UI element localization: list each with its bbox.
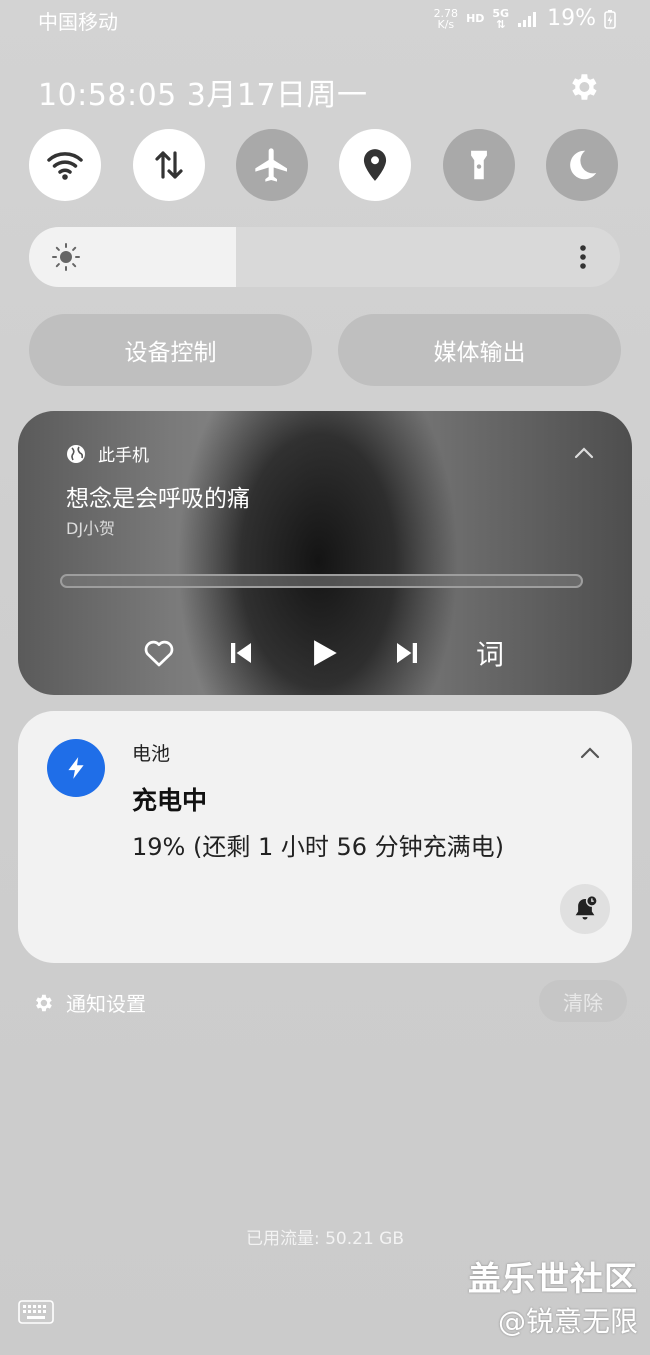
- skip-next-icon: [397, 643, 417, 663]
- signal-icon: [518, 11, 537, 27]
- playback-progress-bar[interactable]: [60, 574, 583, 588]
- wifi-icon: [47, 152, 83, 180]
- network-type-label: 5G: [492, 6, 510, 20]
- data-usage-label: 已用流量: 50.21 GB: [245, 1229, 405, 1249]
- flashlight-toggle[interactable]: [443, 129, 515, 201]
- hd-badge: HD: [466, 12, 485, 25]
- chevron-up-icon[interactable]: [578, 741, 602, 765]
- settings-gear-icon[interactable]: [566, 70, 600, 104]
- more-options-icon[interactable]: [568, 242, 598, 272]
- chevron-up-icon[interactable]: [572, 441, 596, 465]
- network-type: 5G ⇅: [492, 8, 509, 30]
- notification-settings-label: 通知设置: [66, 992, 146, 1016]
- data-arrows-icon: ⇅: [496, 17, 506, 31]
- battery-app-icon: [47, 739, 105, 797]
- keyboard-icon[interactable]: [18, 1300, 54, 1324]
- flashlight-icon: [471, 150, 487, 180]
- skip-previous-icon: [231, 643, 251, 663]
- data-transfer-icon: [155, 151, 183, 179]
- airplane-icon: [255, 148, 287, 182]
- next-track-button[interactable]: [387, 633, 427, 673]
- carrier-name: 中国移动: [38, 10, 118, 34]
- heart-icon: [144, 640, 174, 667]
- media-player-card[interactable]: 此手机 想念是会呼吸的痛 DJ小贺 词: [18, 411, 632, 695]
- network-speed: 2.78 K/s: [434, 8, 459, 30]
- snooze-button[interactable]: [560, 884, 610, 934]
- play-button[interactable]: [304, 633, 344, 673]
- gear-icon: [36, 994, 52, 1011]
- previous-track-button[interactable]: [221, 633, 261, 673]
- battery-notification[interactable]: 电池 充电中 19% (还剩 1 小时 56 分钟充满电): [18, 711, 632, 963]
- status-indicators: 2.78 K/s HD 5G ⇅ 19%: [434, 6, 616, 31]
- song-artist: DJ小贺: [66, 519, 116, 538]
- notification-title: 充电中: [132, 786, 208, 815]
- dark-mode-toggle[interactable]: [546, 129, 618, 201]
- lyrics-button[interactable]: 词: [470, 633, 510, 673]
- location-toggle[interactable]: [339, 129, 411, 201]
- media-source[interactable]: 此手机: [66, 441, 149, 466]
- notification-app-name: 电池: [132, 743, 171, 765]
- clear-button[interactable]: 清除: [539, 980, 627, 1022]
- song-title: 想念是会呼吸的痛: [66, 486, 250, 512]
- globe-icon: [67, 444, 85, 463]
- bell-clock-icon: [575, 894, 598, 920]
- battery-charging-icon: [604, 9, 616, 29]
- network-speed-unit: K/s: [437, 17, 455, 31]
- watermark-author: @锐意无限: [497, 1305, 638, 1338]
- play-icon: [314, 640, 337, 666]
- device-control-button[interactable]: 设备控制: [29, 314, 312, 386]
- wifi-toggle[interactable]: [29, 129, 101, 201]
- media-source-label: 此手机: [98, 446, 149, 466]
- watermark-community: 盖乐世社区: [468, 1259, 638, 1298]
- date-time: 10:58:05 3月17日周一: [38, 78, 368, 113]
- notification-settings-link[interactable]: 通知设置: [32, 988, 146, 1017]
- mobile-data-toggle[interactable]: [133, 129, 205, 201]
- brightness-slider[interactable]: [29, 227, 620, 287]
- media-output-button[interactable]: 媒体输出: [338, 314, 621, 386]
- airplane-mode-toggle[interactable]: [236, 129, 308, 201]
- moon-icon: [570, 150, 597, 180]
- sun-icon: [52, 243, 80, 271]
- notification-body: 19% (还剩 1 小时 56 分钟充满电): [132, 833, 505, 861]
- battery-percent: 19%: [547, 6, 596, 31]
- location-pin-icon: [363, 149, 387, 181]
- network-speed-value: 2.78: [433, 6, 459, 20]
- lightning-bolt-icon: [68, 757, 84, 779]
- favorite-button[interactable]: [139, 633, 179, 673]
